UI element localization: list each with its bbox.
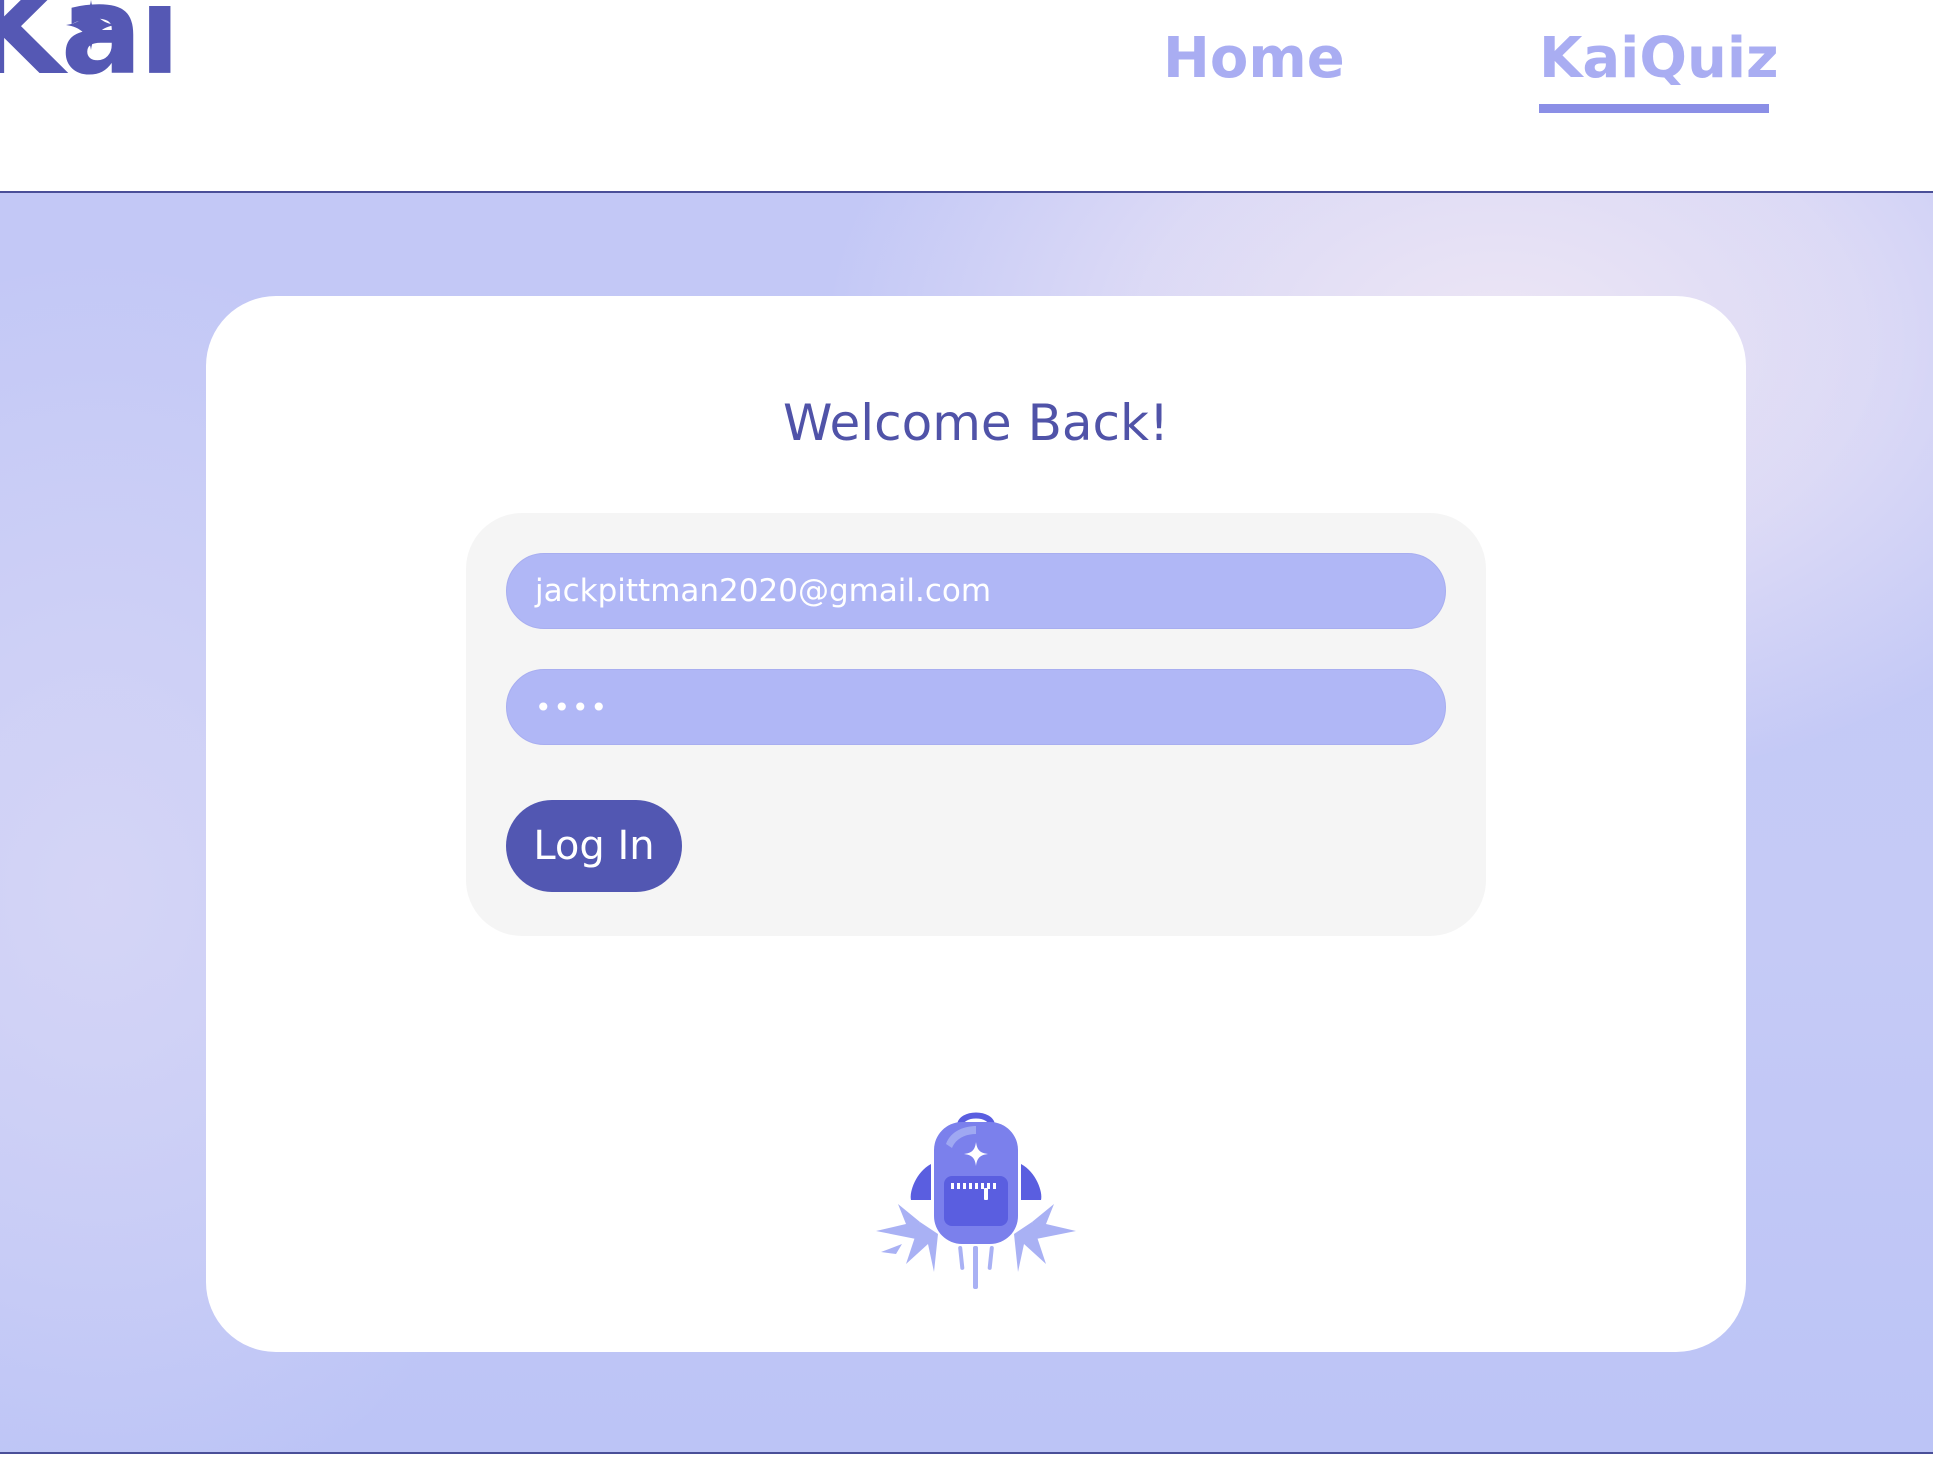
kai-logo[interactable]: Kai bbox=[0, 0, 181, 120]
password-field[interactable]: •••• bbox=[506, 669, 1446, 745]
login-button[interactable]: Log In bbox=[506, 800, 682, 892]
nav-link-home[interactable]: Home bbox=[1163, 28, 1345, 90]
login-card: Welcome Back! jackpittman2020@gmail.com … bbox=[206, 296, 1746, 1352]
login-form: jackpittman2020@gmail.com •••• Log In bbox=[466, 513, 1486, 936]
sparkle-star-icon bbox=[66, 0, 116, 50]
email-field[interactable]: jackpittman2020@gmail.com bbox=[506, 553, 1446, 629]
active-nav-underline bbox=[1539, 104, 1769, 113]
page-title: Welcome Back! bbox=[782, 394, 1170, 452]
main-background: Welcome Back! jackpittman2020@gmail.com … bbox=[0, 193, 1933, 1454]
top-nav-bar: Kai Home KaiQuiz bbox=[0, 0, 1933, 193]
rocket-backpack-icon bbox=[876, 1112, 1076, 1289]
nav-link-kaiquiz[interactable]: KaiQuiz bbox=[1539, 28, 1779, 90]
